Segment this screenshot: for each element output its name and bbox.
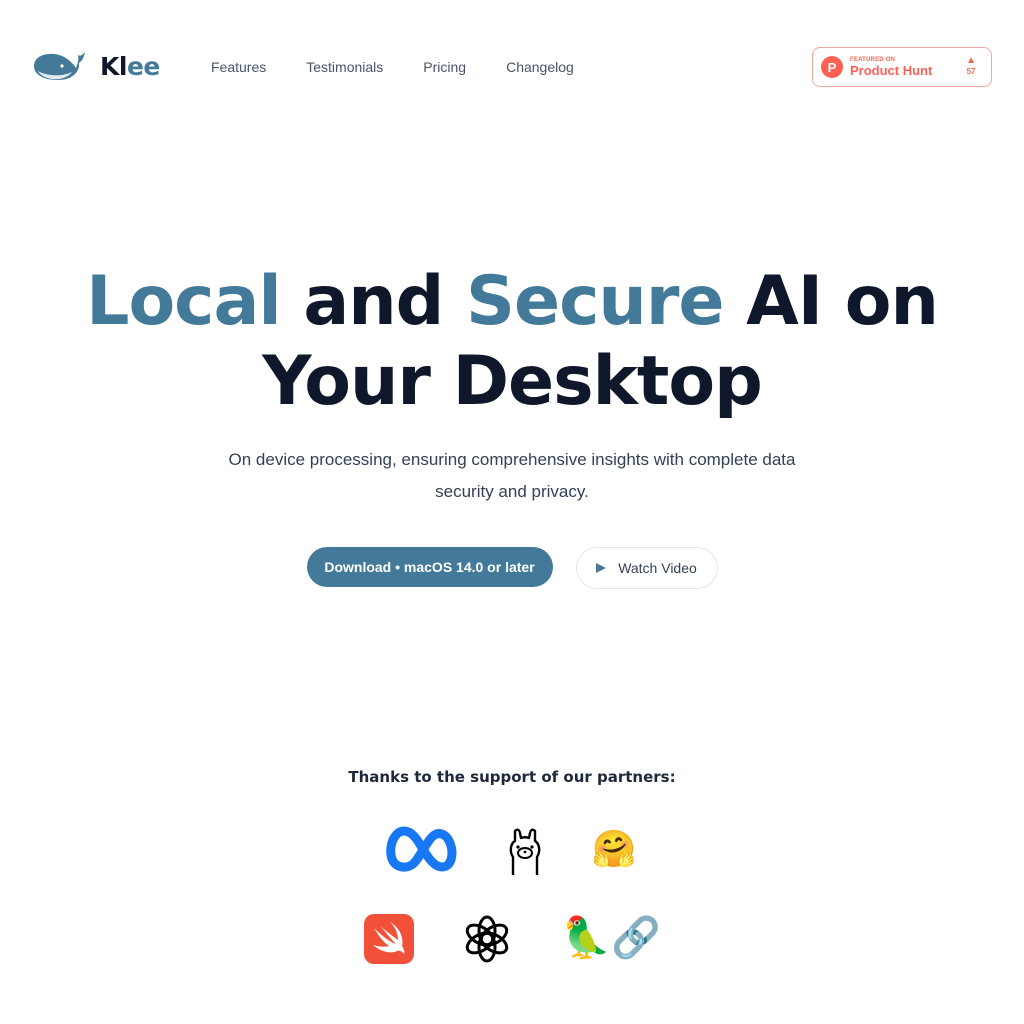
partner-ollama (503, 826, 547, 876)
nav-changelog[interactable]: Changelog (506, 58, 574, 76)
download-button[interactable]: Download • macOS 14.0 or later (306, 547, 553, 587)
hugging-face-icon: 🤗 (591, 828, 637, 869)
product-hunt-name: Product Hunt (850, 63, 933, 78)
nav-pricing[interactable]: Pricing (423, 58, 466, 76)
swift-icon (364, 914, 414, 964)
llama-icon (509, 828, 541, 875)
site-header: Klee Features Testimonials Pricing Chang… (0, 0, 1024, 134)
product-hunt-logo-icon: P (821, 56, 843, 78)
partner-swift (364, 914, 414, 964)
triangle-up-icon: ▲ (966, 55, 976, 66)
partner-langchain: 🦜🔗 (560, 910, 662, 966)
partner-hugging-face: 🤗 (590, 826, 638, 872)
nav-features[interactable]: Features (211, 58, 266, 76)
product-hunt-badge[interactable]: P FEATURED ON Product Hunt ▲ 57 (812, 47, 992, 87)
hero-subtitle: On device processing, ensuring comprehen… (228, 450, 796, 501)
main-nav: Features Testimonials Pricing Changelog (211, 58, 614, 76)
hero-title: Local and Secure AI on Your Desktop (86, 262, 939, 421)
partner-meta (383, 822, 461, 876)
meta-icon (386, 826, 457, 872)
partners-title: Thanks to the support of our partners: (348, 768, 676, 786)
cta-row: Download • macOS 14.0 or later Watch Vid… (0, 547, 1024, 589)
partner-openai (461, 913, 513, 965)
nav-testimonials[interactable]: Testimonials (306, 58, 383, 76)
whale-icon (34, 52, 85, 80)
openai-icon (465, 915, 509, 963)
logo-link[interactable]: Klee (32, 50, 160, 82)
upvote-count: ▲ 57 (966, 55, 976, 76)
logo-text: Klee (100, 51, 160, 81)
watch-video-button[interactable]: Watch Video (575, 547, 718, 589)
parrot-link-icon: 🦜🔗 (561, 916, 661, 960)
play-icon (596, 563, 607, 573)
